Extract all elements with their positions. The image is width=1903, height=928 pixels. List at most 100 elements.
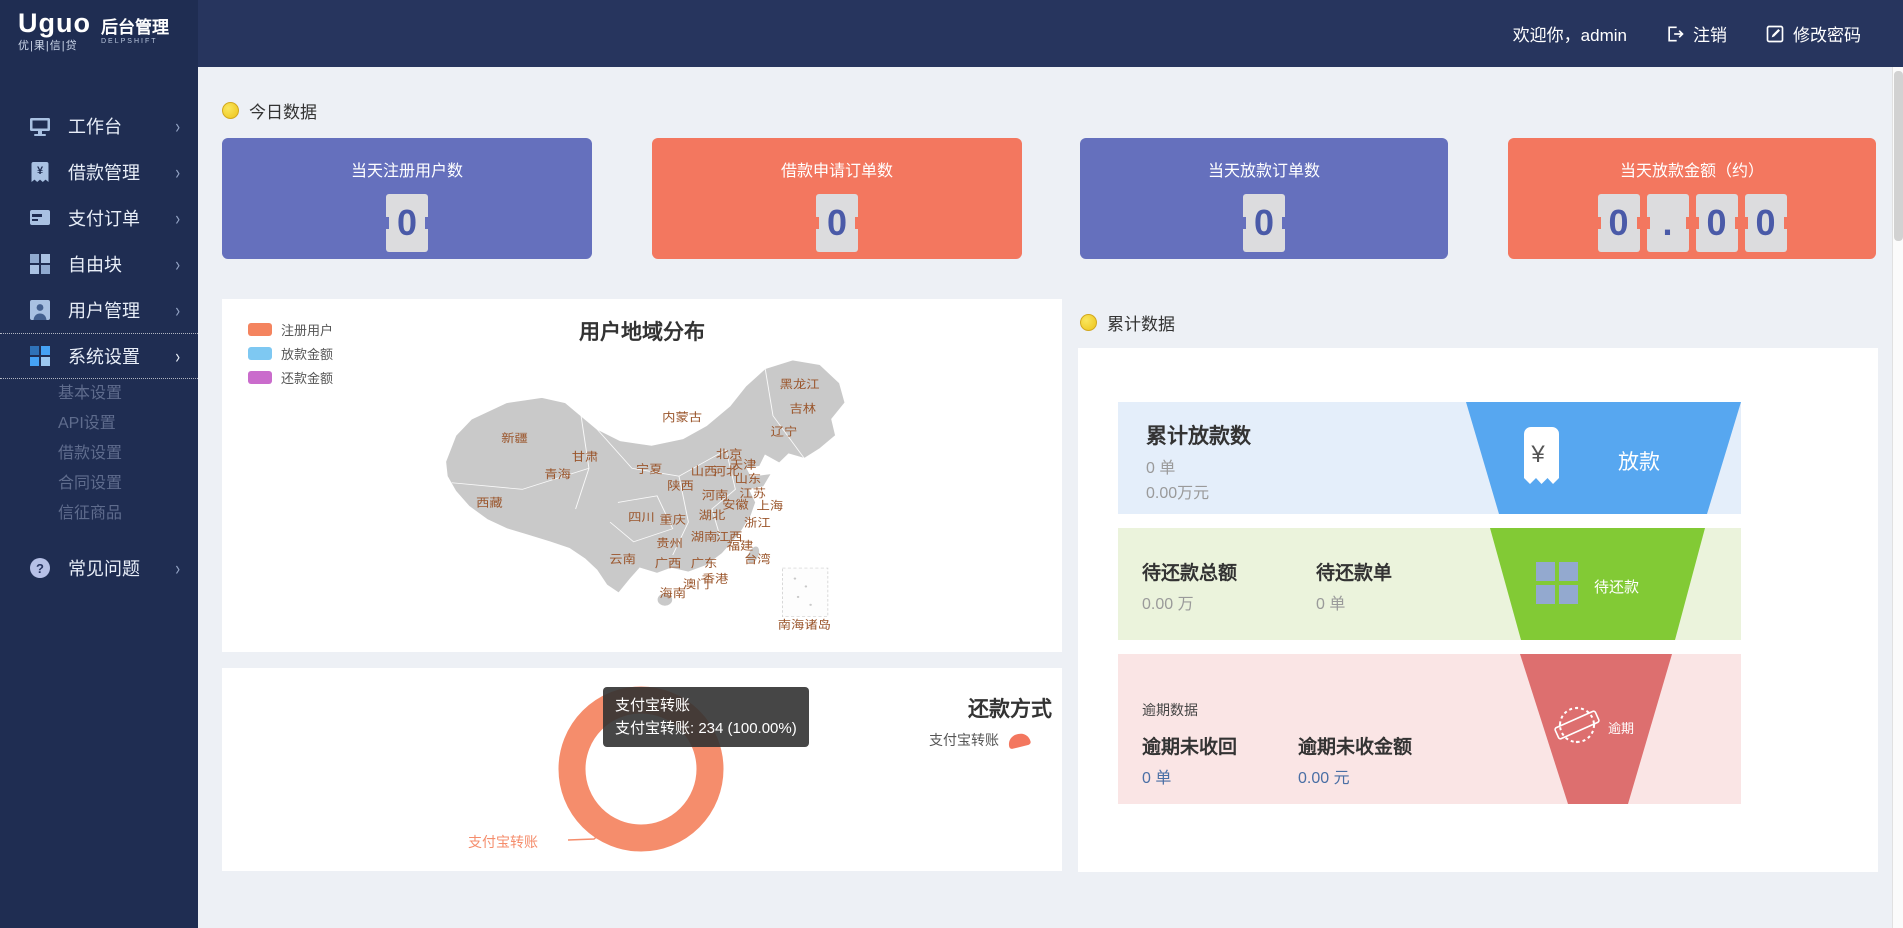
flip-digit: 0 <box>1696 194 1738 252</box>
card-subtitle: 逾期数据 <box>1142 700 1198 720</box>
app-subtitle: DELPSHIFT <box>101 38 169 45</box>
loan-voucher-icon: ¥ <box>28 160 52 184</box>
province-label: 广东 <box>691 557 718 570</box>
sidebar-item-label: 系统设置 <box>68 343 140 369</box>
coin-icon <box>222 102 239 119</box>
sidebar-item-label: 常见问题 <box>68 555 140 581</box>
change-password-button[interactable]: 修改密码 <box>1765 21 1861 46</box>
stat-card-disbursed-orders: 当天放款订单数 0 <box>1080 138 1448 259</box>
monitor-icon <box>28 114 52 138</box>
flip-digit: 0 <box>386 194 428 252</box>
logout-button[interactable]: 注销 <box>1665 21 1727 46</box>
funnel-stage-label: 放款 <box>1618 446 1660 476</box>
province-label: 台湾 <box>744 552 771 566</box>
sidebar-item-label: 支付订单 <box>68 205 140 231</box>
province-label: 内蒙古 <box>662 410 702 424</box>
province-label: 南海诸岛 <box>778 618 831 632</box>
submenu-item-api-settings[interactable]: API设置 <box>0 409 198 439</box>
province-label: 辽宁 <box>771 425 798 439</box>
sidebar-item-system-settings[interactable]: 系统设置 › <box>0 333 198 379</box>
scrollbar-thumb[interactable] <box>1894 71 1903 241</box>
pie-slice-label: 支付宝转账 <box>468 832 538 852</box>
flip-digit: 0 <box>1598 194 1640 252</box>
province-label: 海南 <box>659 586 686 600</box>
province-label: 甘肃 <box>572 450 599 463</box>
funnel-stage-label: 逾期 <box>1608 718 1634 737</box>
settings-blocks-icon <box>28 344 52 368</box>
chart-tooltip: 支付宝转账 支付宝转账: 234 (100.00%) <box>603 687 809 747</box>
today-section-title: 今日数据 <box>222 98 317 123</box>
cumulative-section-title: 累计数据 <box>1080 310 1175 335</box>
province-label: 重庆 <box>659 513 686 526</box>
stat-card-disbursed-amount: 当天放款金额（约） 0 . 0 0 <box>1508 138 1876 259</box>
sidebar-item-user-management[interactable]: 用户管理 › <box>0 287 198 333</box>
legend-swatch-disbursed <box>248 347 272 360</box>
tooltip-series-name: 支付宝转账 <box>615 694 797 717</box>
chevron-right-icon: › <box>175 253 180 275</box>
submenu-item-basic-settings[interactable]: 基本设置 <box>0 379 198 409</box>
province-label: 吉林 <box>789 403 816 416</box>
tooltip-value: 支付宝转账: 234 (100.00%) <box>615 717 797 740</box>
voucher-yen-icon: ¥ <box>1516 426 1560 488</box>
user-region-map-panel: 用户地域分布 注册用户 放款金额 还款金额 新疆西藏青海甘肃宁夏内蒙古黑龙江吉林… <box>222 299 1062 652</box>
sidebar-item-label: 借款管理 <box>68 159 140 185</box>
flip-digit: . <box>1647 194 1689 252</box>
funnel-card-overdue: 逾期数据 逾期未收回 0 单 逾期未收金额 0.00 元 逾期 <box>1118 654 1741 804</box>
legend-item[interactable]: 注册用户 <box>248 317 333 341</box>
province-label: 山西 <box>691 465 718 478</box>
province-label: 安徽 <box>722 497 749 511</box>
submenu-item-credit-products[interactable]: 信征商品 <box>0 499 198 529</box>
logout-icon <box>1665 24 1685 44</box>
vertical-scrollbar[interactable] <box>1892 67 1903 928</box>
blocks-icon <box>28 252 52 276</box>
stat-card-title: 当天放款订单数 <box>1080 138 1448 181</box>
app-title: 后台管理 <box>101 18 169 38</box>
payment-card-icon <box>28 206 52 230</box>
card-amount: 0.00万元 <box>1146 479 1209 503</box>
south-sea-inset <box>782 568 827 617</box>
sidebar-item-loan-management[interactable]: ¥ 借款管理 › <box>0 149 198 195</box>
province-label: 陕西 <box>667 478 694 492</box>
province-label: 山东 <box>735 473 762 486</box>
sidebar-item-faq[interactable]: ? 常见问题 › <box>0 545 198 591</box>
top-bar: 欢迎你，admin 注销 修改密码 <box>198 0 1903 67</box>
province-label: 上海 <box>757 499 784 513</box>
legend-item[interactable]: 还款金额 <box>248 365 333 389</box>
sidebar-item-label: 用户管理 <box>68 297 140 323</box>
submenu-item-loan-settings[interactable]: 借款设置 <box>0 439 198 469</box>
logo-tagline: 优|果|信|贷 <box>18 37 91 53</box>
submenu-item-contract-settings[interactable]: 合同设置 <box>0 469 198 499</box>
edit-icon <box>1765 24 1785 44</box>
col-value: 0.00 元 <box>1298 764 1350 788</box>
province-label: 青海 <box>544 467 571 481</box>
coin-icon <box>1080 314 1097 331</box>
col-value: 0.00 万 <box>1142 590 1194 614</box>
province-label: 福建 <box>727 539 754 553</box>
col-value: 0 单 <box>1142 764 1171 788</box>
sidebar-item-workbench[interactable]: 工作台 › <box>0 103 198 149</box>
col-title: 逾期未收金额 <box>1298 732 1412 759</box>
app-logo: Uguo 优|果|信|贷 后台管理 DELPSHIFT <box>0 0 198 67</box>
stat-card-loan-applications: 借款申请订单数 0 <box>652 138 1022 259</box>
chevron-right-icon: › <box>175 299 180 321</box>
blocks-icon <box>1534 560 1580 606</box>
province-label: 四川 <box>628 511 655 524</box>
chevron-right-icon: › <box>175 557 180 579</box>
svg-text:¥: ¥ <box>37 165 44 177</box>
flip-digit: 0 <box>1243 194 1285 252</box>
funnel-card-disbursed: 累计放款数 0 单 0.00万元 ¥ 放款 <box>1118 402 1741 514</box>
legend-swatch-repaid <box>248 371 272 384</box>
flip-digit: 0 <box>1745 194 1787 252</box>
sidebar-item-free-blocks[interactable]: 自由块 › <box>0 241 198 287</box>
funnel-card-pending-repayment: 待还款总额 0.00 万 待还款单 0 单 待还款 <box>1118 528 1741 640</box>
map-legend: 注册用户 放款金额 还款金额 <box>248 317 333 389</box>
china-map[interactable]: 新疆西藏青海甘肃宁夏内蒙古黑龙江吉林辽宁北京天津河北山西山东陕西河南江苏安徽上海… <box>397 337 867 639</box>
province-label: 西藏 <box>476 496 503 509</box>
sidebar-item-payment-orders[interactable]: 支付订单 › <box>0 195 198 241</box>
chevron-right-icon: › <box>175 345 180 367</box>
chevron-right-icon: › <box>175 115 180 137</box>
legend-item[interactable]: 放款金额 <box>248 341 333 365</box>
sidebar-item-label: 自由块 <box>68 251 122 277</box>
province-label: 黑龙江 <box>780 378 820 391</box>
stat-card-title: 当天注册用户数 <box>222 138 592 181</box>
